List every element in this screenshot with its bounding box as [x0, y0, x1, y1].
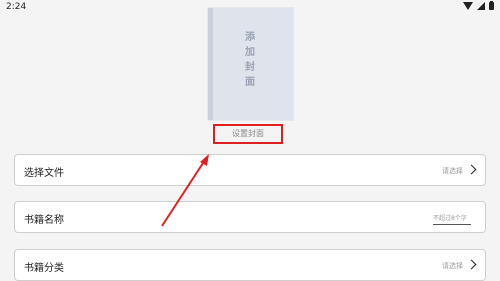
select-file-label: 选择文件: [24, 168, 64, 179]
wifi-icon: [463, 2, 473, 10]
set-cover-button[interactable]: 设置封面: [213, 124, 283, 144]
select-file-row[interactable]: 选择文件 请选择: [14, 154, 486, 186]
select-file-hint: 请选择: [442, 167, 463, 175]
cover-spine: [208, 8, 213, 120]
status-time: 2:24: [6, 2, 27, 12]
signal-icon: [477, 2, 485, 10]
book-cover-placeholder[interactable]: 添 加 封 面: [208, 8, 293, 120]
chevron-right-icon: [466, 164, 477, 175]
chevron-right-icon: [466, 259, 477, 270]
book-category-row[interactable]: 书籍分类 请选择: [14, 249, 486, 281]
add-cover-char: 封: [245, 62, 255, 73]
book-category-hint: 请选择: [442, 262, 463, 270]
book-name-input[interactable]: [433, 212, 471, 225]
status-icons: [463, 1, 494, 10]
add-cover-text: 添 加 封 面: [242, 30, 258, 90]
book-name-row: 书籍名称: [14, 201, 486, 233]
add-cover-char: 面: [245, 77, 255, 88]
battery-icon: [489, 1, 494, 10]
book-category-label: 书籍分类: [24, 263, 64, 274]
add-cover-char: 添: [245, 32, 255, 43]
book-name-label: 书籍名称: [24, 215, 64, 226]
add-cover-char: 加: [245, 47, 255, 58]
